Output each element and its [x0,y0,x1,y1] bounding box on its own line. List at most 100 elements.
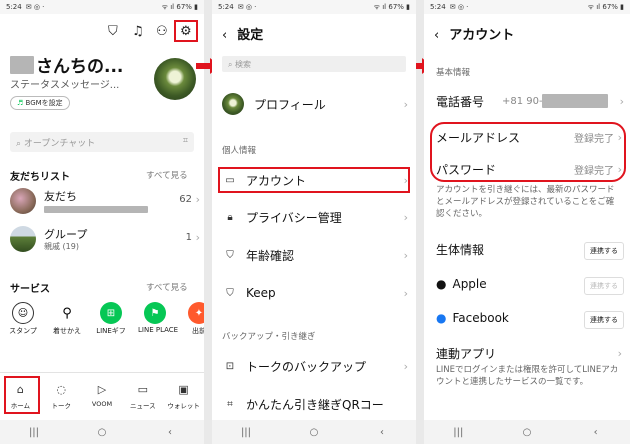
chevron-right-icon: › [403,210,408,224]
back-icon[interactable]: ‹ [581,427,611,438]
status-bar: 5:24 ✉ ◎ · ᯤ ıl 67% ▮ [212,0,416,14]
android-nav-bar: ||| ○ ‹ [424,420,630,444]
back-arrow-icon[interactable]: ‹ [222,28,227,43]
account-highlight-box [218,167,410,193]
qr-scan-icon[interactable]: ⌗ [183,136,188,148]
home-circle-icon[interactable]: ○ [512,427,542,438]
home-tab-highlight-box [4,376,40,414]
backup-icon: ⊡ [225,360,235,372]
status-bar: 5:24 ✉ ◎ · ᯤ ıl 67% ▮ [424,0,630,14]
group-sub: 親戚 (19) [44,242,79,251]
chevron-right-icon: › [403,248,408,262]
menu-keep[interactable]: ⛉ Keep › [222,283,408,303]
friends-label: 友だち [44,190,77,203]
recent-apps-icon[interactable]: ||| [19,427,49,438]
chevron-right-icon: › [403,97,408,111]
settings-search-input[interactable]: ⌕ 検索 [222,56,406,72]
qr-code-icon: ⌗ [227,398,233,410]
profile-avatar[interactable] [154,58,196,100]
chevron-right-icon: › [403,286,408,300]
friends-row[interactable]: 友だち 62 › [10,186,200,218]
home-circle-icon[interactable]: ○ [87,427,117,438]
back-icon[interactable]: ‹ [155,427,185,438]
email-status: 登録完了 [574,133,614,145]
settings-screen: 5:24 ✉ ◎ · ᯤ ıl 67% ▮ ‹ 設定 ⌕ 検索 プロフィール › 個… [212,0,416,444]
menu-talk-backup[interactable]: ⊡ トークのバックアップ › [222,356,408,376]
linked-apps-row[interactable]: 連動アプリ › [436,344,622,362]
chat-bubble-icon: ◌ [56,383,66,396]
biometric-connect-button[interactable]: 連携する [584,242,624,260]
menu-qr-transfer[interactable]: ⌗ かんたん引き継ぎQRコー [222,394,408,414]
services-see-all-link[interactable]: すべて見る [146,281,188,293]
email-row[interactable]: メールアドレス 登録完了 › [436,128,622,146]
back-arrow-icon[interactable]: ‹ [434,28,439,43]
settings-header: ‹ 設定 [222,24,263,43]
recent-apps-icon[interactable]: ||| [443,427,473,438]
chevron-right-icon: › [195,193,200,206]
menu-age-verification[interactable]: ⛉ 年齢確認 › [222,245,408,265]
status-bar: 5:24 ✉ ◎ · ᯤ ıl 67% ▮ [0,0,204,14]
services-title: サービス [10,284,50,295]
service-delivery[interactable]: ✦ 出前 [182,302,204,336]
menu-profile[interactable]: プロフィール › [222,93,408,115]
bookmark-icon[interactable]: ⛉ [108,24,118,39]
chevron-right-icon: › [617,130,622,144]
food-icon: ✦ [188,302,204,324]
account-screen: 5:24 ✉ ◎ · ᯤ ıl 67% ▮ ‹ アカウント 基本情報 電話番号 +8… [424,0,630,444]
friends-see-all-link[interactable]: すべて見る [146,169,188,181]
status-battery: 67% [176,3,192,11]
back-icon[interactable]: ‹ [367,427,397,438]
recent-apps-icon[interactable]: ||| [231,427,261,438]
status-message[interactable]: ステータスメッセージ... [10,76,119,91]
friends-avatar [10,188,36,214]
tab-wallet[interactable]: ▣ ウォレット [163,373,204,420]
bookmark-icon: ⛉ [226,287,234,299]
chevron-right-icon: › [617,346,622,360]
status-time: 5:24 [6,3,22,11]
bgm-button[interactable]: ♬ BGMを設定 [10,96,70,110]
phone-number-row[interactable]: 電話番号 +81 90- › [436,92,624,110]
lock-icon: 🔒︎ [227,211,233,223]
transfer-note: アカウントを引き継ぐには、最新のパスワードとメールアドレスが登録されていることを… [436,185,615,219]
tab-talk[interactable]: ◌ トーク [41,373,82,420]
bell-icon[interactable]: ♫ [132,24,144,39]
group-row[interactable]: グループ 親戚 (19) 1 › [10,224,200,256]
redacted-name [10,55,34,74]
facebook-logo-icon: ● [436,311,447,325]
menu-privacy[interactable]: 🔒︎ プライバシー管理 › [222,207,408,227]
home-circle-icon[interactable]: ○ [299,427,329,438]
tab-news[interactable]: ▭ ニュース [122,373,163,420]
account-header: ‹ アカウント [434,24,514,43]
apple-connect-button[interactable]: 連携する [584,277,624,295]
redacted-phone [542,94,608,108]
password-row[interactable]: パスワード 登録完了 › [436,160,622,178]
page-title: アカウント [449,28,515,43]
chevron-right-icon: › [617,162,622,176]
search-icon: ⌕ [16,139,22,149]
tab-voom[interactable]: ▷ VOOM [82,373,123,420]
service-gift[interactable]: ⊞ LINEギフ [94,302,128,336]
group-label: グループ [44,228,88,241]
profile-name[interactable]: さんちの... [10,52,123,77]
add-friend-icon[interactable]: ⚇ [156,24,168,39]
apple-logo-icon: ● [436,277,447,291]
android-nav-bar: ||| ○ ‹ [212,420,416,444]
shield-icon: ⛉ [226,249,234,261]
chevron-right-icon: › [619,94,624,108]
settings-highlight-box [174,20,198,42]
flag-icon: ⚑ [144,302,166,324]
smile-icon: ☺ [12,302,34,324]
service-theme[interactable]: ⚲ 着せかえ [50,302,84,336]
open-chat-search[interactable]: ⌕ オープンチャット ⌗ [10,132,194,152]
linked-apps-note: LINEでログインまたは権限を許可してLINEアカウントと連携したサービスの一覧… [436,365,619,387]
chevron-right-icon: › [195,231,200,244]
group-label-basic: 基本情報 [436,68,471,78]
home-screen: 5:24 ✉ ◎ · ᯤ ıl 67% ▮ ⛉ ♫ ⚇ ⚙ さんちの... ステー… [0,0,204,444]
music-icon: ♬ [17,99,26,107]
group-count: 1 [185,232,192,243]
facebook-connect-button[interactable]: 連携する [584,311,624,329]
service-line-place[interactable]: ⚑ LINE PLACE [138,302,178,334]
search-icon: ⌕ [228,60,233,69]
service-sticker[interactable]: ☺ スタンプ [6,302,40,336]
play-icon: ▷ [97,383,107,396]
